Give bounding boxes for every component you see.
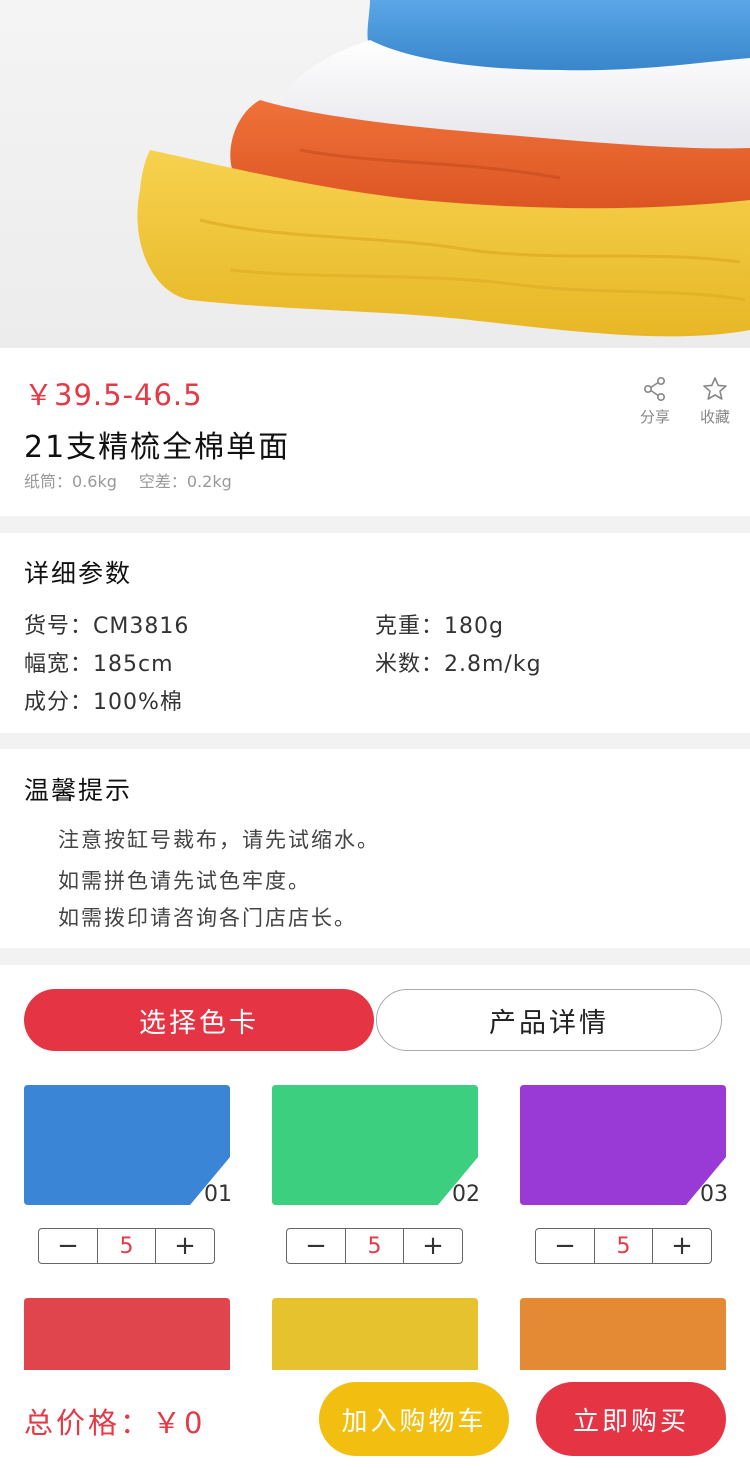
share-icon xyxy=(643,376,666,401)
favorite-button[interactable]: 收藏 xyxy=(685,376,745,427)
quantity-value[interactable]: 5 xyxy=(594,1229,653,1263)
empty-diff: 空差：0.2kg xyxy=(138,472,232,491)
product-title: 21支精梳全棉单面 xyxy=(24,430,291,465)
swatch-fill xyxy=(520,1085,726,1205)
product-hero-image xyxy=(0,0,750,348)
minus-button[interactable]: − xyxy=(287,1229,345,1263)
quantity-stepper[interactable]: − 5 + xyxy=(38,1228,215,1264)
tip-line: 注意按缸号裁布，请先试缩水。 xyxy=(58,828,380,852)
plus-button[interactable]: + xyxy=(156,1229,214,1263)
tube-weight: 纸筒：0.6kg xyxy=(24,472,117,491)
swatch-number: 01 xyxy=(204,1182,232,1207)
swatch-fill xyxy=(24,1085,230,1205)
favorite-label: 收藏 xyxy=(699,408,730,426)
minus-button[interactable]: − xyxy=(39,1229,97,1263)
quantity-stepper[interactable]: − 5 + xyxy=(535,1228,712,1264)
fabric-illustration xyxy=(137,0,750,337)
total-price: 总价格：￥0 xyxy=(24,1406,206,1440)
quantity-value[interactable]: 5 xyxy=(345,1229,404,1263)
tip-line: 如需拨印请咨询各门店店长。 xyxy=(58,906,357,930)
param-item-no: 货号：CM3816 xyxy=(24,614,190,639)
plus-button[interactable]: + xyxy=(653,1229,711,1263)
color-swatch[interactable] xyxy=(24,1085,230,1205)
tips-title: 温馨提示 xyxy=(24,776,133,805)
star-icon xyxy=(703,377,727,400)
plus-button[interactable]: + xyxy=(404,1229,462,1263)
price-range: ￥39.5-46.5 xyxy=(24,378,203,412)
swatch-fill xyxy=(272,1085,478,1205)
tab-product-details[interactable]: 产品详情 xyxy=(376,989,722,1051)
quantity-value[interactable]: 5 xyxy=(97,1229,156,1263)
share-button[interactable]: 分享 xyxy=(625,376,685,427)
buy-now-button[interactable]: 立即购买 xyxy=(536,1382,726,1456)
product-specs: 纸筒：0.6kg 空差：0.2kg xyxy=(24,468,254,492)
add-to-cart-button[interactable]: 加入购物车 xyxy=(319,1382,509,1456)
swatch-number: 03 xyxy=(700,1182,728,1207)
param-composition: 成分：100%棉 xyxy=(24,690,183,715)
params-title: 详细参数 xyxy=(24,559,133,588)
param-meters: 米数：2.8m/kg xyxy=(375,652,542,677)
tip-line: 如需拼色请先试色牢度。 xyxy=(58,869,311,893)
tab-select-color-card[interactable]: 选择色卡 xyxy=(24,989,374,1051)
minus-button[interactable]: − xyxy=(536,1229,594,1263)
param-weight: 克重：180g xyxy=(375,614,504,639)
swatch-number: 02 xyxy=(452,1182,480,1207)
param-width: 幅宽：185cm xyxy=(24,652,174,677)
color-swatch[interactable] xyxy=(272,1085,478,1205)
color-swatch[interactable] xyxy=(520,1085,726,1205)
share-label: 分享 xyxy=(639,408,670,426)
quantity-stepper[interactable]: − 5 + xyxy=(286,1228,463,1264)
